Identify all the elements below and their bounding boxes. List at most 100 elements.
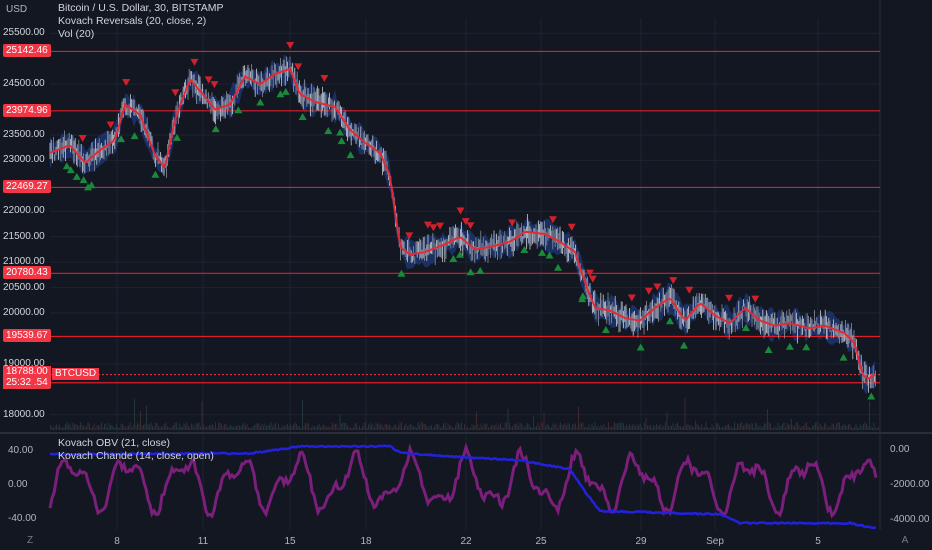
- volume-bar: [678, 425, 680, 430]
- up-marker: [151, 170, 160, 178]
- volume-bar: [182, 427, 183, 430]
- volume-bar: [159, 427, 161, 430]
- volume-bar: [173, 425, 174, 430]
- volume-bar: [135, 425, 137, 430]
- volume-bar: [806, 422, 807, 430]
- volume-bar: [468, 427, 470, 430]
- volume-bar: [287, 423, 288, 430]
- down-marker: [725, 294, 734, 302]
- up-marker: [764, 346, 773, 354]
- volume-bar: [63, 426, 65, 430]
- volume-bar: [167, 426, 168, 430]
- volume-bar: [411, 424, 413, 430]
- auto-scale-button[interactable]: A: [897, 533, 913, 549]
- volume-bar: [638, 425, 639, 430]
- volume-bar: [300, 427, 302, 430]
- volume-bar: [743, 425, 744, 430]
- volume-bar: [129, 422, 131, 430]
- volume-bar: [788, 424, 789, 430]
- volume-bar: [339, 414, 341, 430]
- volume-bar: [570, 427, 572, 430]
- volume-bar: [80, 422, 81, 430]
- volume-bar: [620, 422, 621, 430]
- volume-bar: [704, 427, 705, 430]
- volume-bar: [818, 427, 819, 430]
- volume-bar: [860, 424, 861, 430]
- volume-bar: [458, 423, 459, 430]
- volume-bar: [633, 423, 635, 430]
- volume-bar: [750, 423, 752, 430]
- volume-bar: [308, 423, 309, 430]
- volume-bar: [516, 423, 518, 430]
- volume-bar: [579, 423, 581, 430]
- volume-bar: [137, 422, 138, 430]
- volume-bar: [351, 427, 353, 430]
- volume-bar: [203, 424, 204, 430]
- volume-bar: [848, 424, 849, 430]
- volume-bar: [665, 422, 666, 430]
- down-marker: [286, 41, 295, 49]
- volume-bar: [150, 422, 152, 430]
- volume-bar: [305, 423, 306, 430]
- volume-bar: [212, 424, 213, 430]
- volume-bar: [206, 426, 207, 430]
- volume-bar: [584, 426, 585, 430]
- volume-bar: [606, 427, 608, 430]
- volume-bar: [632, 425, 633, 430]
- volume-bar: [356, 423, 357, 430]
- volume-bar: [462, 427, 464, 430]
- up-marker: [554, 263, 563, 271]
- volume-bar: [804, 423, 806, 430]
- volume-bar: [84, 426, 86, 430]
- volume-bar: [77, 425, 78, 430]
- volume-bar: [141, 425, 143, 430]
- volume-bar: [807, 426, 809, 430]
- volume-bar: [521, 423, 522, 430]
- volume-bar: [666, 412, 668, 430]
- volume-bar: [654, 426, 656, 430]
- price-tick: 23500.00: [3, 128, 45, 140]
- indicator-volume-title[interactable]: Vol (20): [58, 28, 94, 40]
- volume-bar: [878, 426, 879, 430]
- zoom-reset-button[interactable]: Z: [22, 533, 38, 549]
- volume-bar: [792, 425, 794, 430]
- volume-bar: [92, 426, 93, 430]
- time-axis-label: 22: [460, 536, 472, 547]
- volume-bar: [213, 426, 215, 430]
- volume-bar: [290, 423, 291, 430]
- right-axis-tick: 0.00: [890, 444, 910, 455]
- down-marker: [466, 222, 475, 230]
- time-axis-label: 29: [635, 536, 647, 547]
- volume-bar: [618, 423, 620, 430]
- volume-bar: [737, 423, 738, 430]
- volume-bar: [603, 424, 605, 430]
- chart-canvas[interactable]: 40.00 0.00 -40.00 0.00 -2000.00 -4000.00 8 11 15…: [0, 0, 932, 550]
- volume-bar: [699, 426, 701, 430]
- volume-bar: [444, 422, 446, 430]
- volume-bar: [384, 423, 386, 430]
- volume-bar: [822, 426, 824, 430]
- volume-bars: [50, 397, 881, 430]
- symbol-title[interactable]: Bitcoin / U.S. Dollar, 30, BITSTAMP: [58, 2, 224, 14]
- volume-bar: [798, 425, 800, 430]
- time-axis-label: 25: [535, 536, 547, 547]
- time-axis-label: 11: [198, 536, 209, 547]
- volume-bar: [576, 427, 578, 430]
- volume-bar: [870, 426, 872, 430]
- volume-bar: [483, 423, 485, 430]
- volume-bar: [698, 425, 699, 430]
- chande-title[interactable]: Kovach Chande (14, close, open): [58, 450, 214, 462]
- volume-bar: [420, 422, 422, 430]
- volume-bar: [651, 427, 653, 430]
- obv-title[interactable]: Kovach OBV (21, close): [58, 437, 170, 449]
- up-marker: [665, 317, 674, 325]
- volume-bar: [795, 422, 797, 430]
- indicator-reversals-title[interactable]: Kovach Reversals (20, close, 2): [58, 15, 206, 27]
- volume-bar: [146, 405, 147, 430]
- up-marker: [839, 353, 848, 361]
- volume-bar: [297, 425, 299, 430]
- price-tick: 20000.00: [3, 307, 45, 318]
- volume-bar: [93, 423, 95, 430]
- volume-bar: [783, 422, 785, 430]
- volume-bar: [417, 422, 419, 430]
